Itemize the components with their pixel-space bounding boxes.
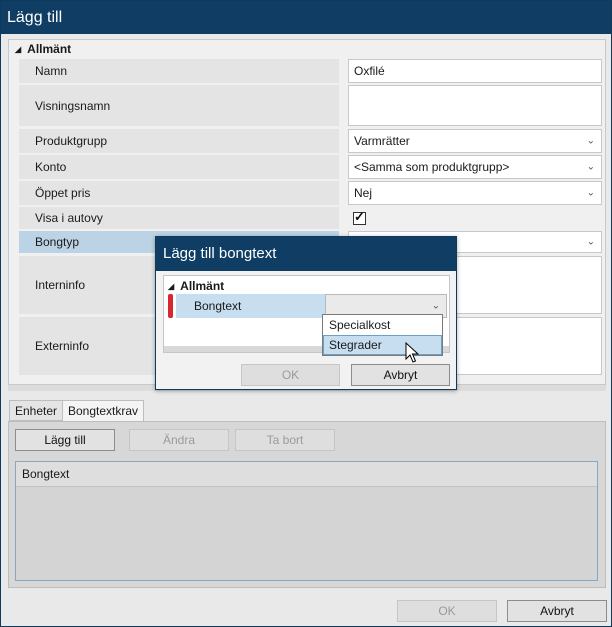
dialog-cancel-button[interactable]: Avbryt: [351, 364, 450, 386]
show-in-autoview-label: Visa i autovy: [19, 207, 339, 229]
dropdown-option-stegrader[interactable]: Stegrader: [323, 335, 442, 355]
open-price-label: Öppet pris: [19, 181, 339, 205]
account-select[interactable]: <Samma som produktgrupp> ⌄: [348, 155, 602, 179]
mouse-cursor-icon: [405, 342, 419, 363]
open-price-value: Nej: [354, 186, 373, 200]
add-ticket-text-dialog: Lägg till bongtext ◢ Allmänt Bongtext ⌄ O…: [155, 236, 457, 390]
open-price-select[interactable]: Nej ⌄: [348, 181, 602, 205]
checkmark-icon: ✓: [354, 208, 365, 224]
product-group-label: Produktgrupp: [19, 129, 339, 153]
dialog-section-label: Allmänt: [180, 279, 225, 293]
dialog-title: Lägg till bongtext: [156, 237, 456, 271]
chevron-down-icon: ⌄: [586, 161, 595, 173]
collapse-triangle-icon[interactable]: ◢: [15, 45, 21, 54]
ticket-text-list[interactable]: Bongtext: [15, 461, 598, 581]
dialog-ok-button[interactable]: OK: [241, 364, 340, 386]
section-general-label: Allmänt: [27, 42, 72, 56]
account-label: Konto: [19, 155, 339, 179]
section-general-header[interactable]: ◢ Allmänt: [9, 40, 605, 58]
name-label: Namn: [19, 59, 339, 83]
product-group-select[interactable]: Varmrätter ⌄: [348, 129, 602, 153]
display-name-field[interactable]: [348, 85, 602, 126]
chevron-down-icon: ⌄: [431, 300, 440, 312]
tab-panel: Lägg till Ändra Ta bort Bongtext: [8, 421, 606, 588]
remove-button[interactable]: Ta bort: [235, 429, 335, 451]
display-name-label: Visningsnamn: [19, 85, 339, 126]
ticket-text-label: Bongtext: [176, 294, 325, 318]
show-in-autoview-checkbox[interactable]: ✓: [353, 208, 366, 225]
chevron-down-icon: ⌄: [586, 187, 595, 199]
tab-units[interactable]: Enheter: [9, 400, 64, 421]
dialog-section-header[interactable]: ◢ Allmänt: [168, 278, 224, 295]
add-button[interactable]: Lägg till: [15, 429, 115, 451]
list-column-header[interactable]: Bongtext: [16, 462, 597, 487]
product-group-value: Varmrätter: [354, 134, 410, 148]
collapse-triangle-icon[interactable]: ◢: [168, 282, 174, 291]
tab-ticket-text-requirements[interactable]: Bongtextkrav: [62, 400, 145, 422]
ok-button[interactable]: OK: [397, 600, 497, 622]
row-open-price: Öppet pris Nej ⌄: [19, 181, 602, 205]
row-show-in-autoview: Visa i autovy ✓: [19, 207, 602, 229]
name-field[interactable]: Oxfilé: [348, 59, 602, 83]
chevron-down-icon: ⌄: [586, 135, 595, 147]
ticket-text-dropdown-list: Specialkost Stegrader: [322, 314, 443, 356]
row-display-name: Visningsnamn: [19, 85, 602, 126]
cancel-button[interactable]: Avbryt: [507, 600, 607, 622]
show-in-autoview-cell: ✓: [348, 207, 602, 229]
chevron-down-icon: ⌄: [586, 236, 595, 248]
edit-button[interactable]: Ändra: [129, 429, 229, 451]
window-title: Lägg till: [1, 1, 611, 34]
account-value: <Samma som produktgrupp>: [354, 160, 510, 174]
row-product-group: Produktgrupp Varmrätter ⌄: [19, 129, 602, 153]
required-marker: [168, 294, 173, 318]
row-account: Konto <Samma som produktgrupp> ⌄: [19, 155, 602, 179]
dropdown-option-specialkost[interactable]: Specialkost: [323, 315, 442, 335]
row-name: Namn Oxfilé: [19, 59, 602, 83]
